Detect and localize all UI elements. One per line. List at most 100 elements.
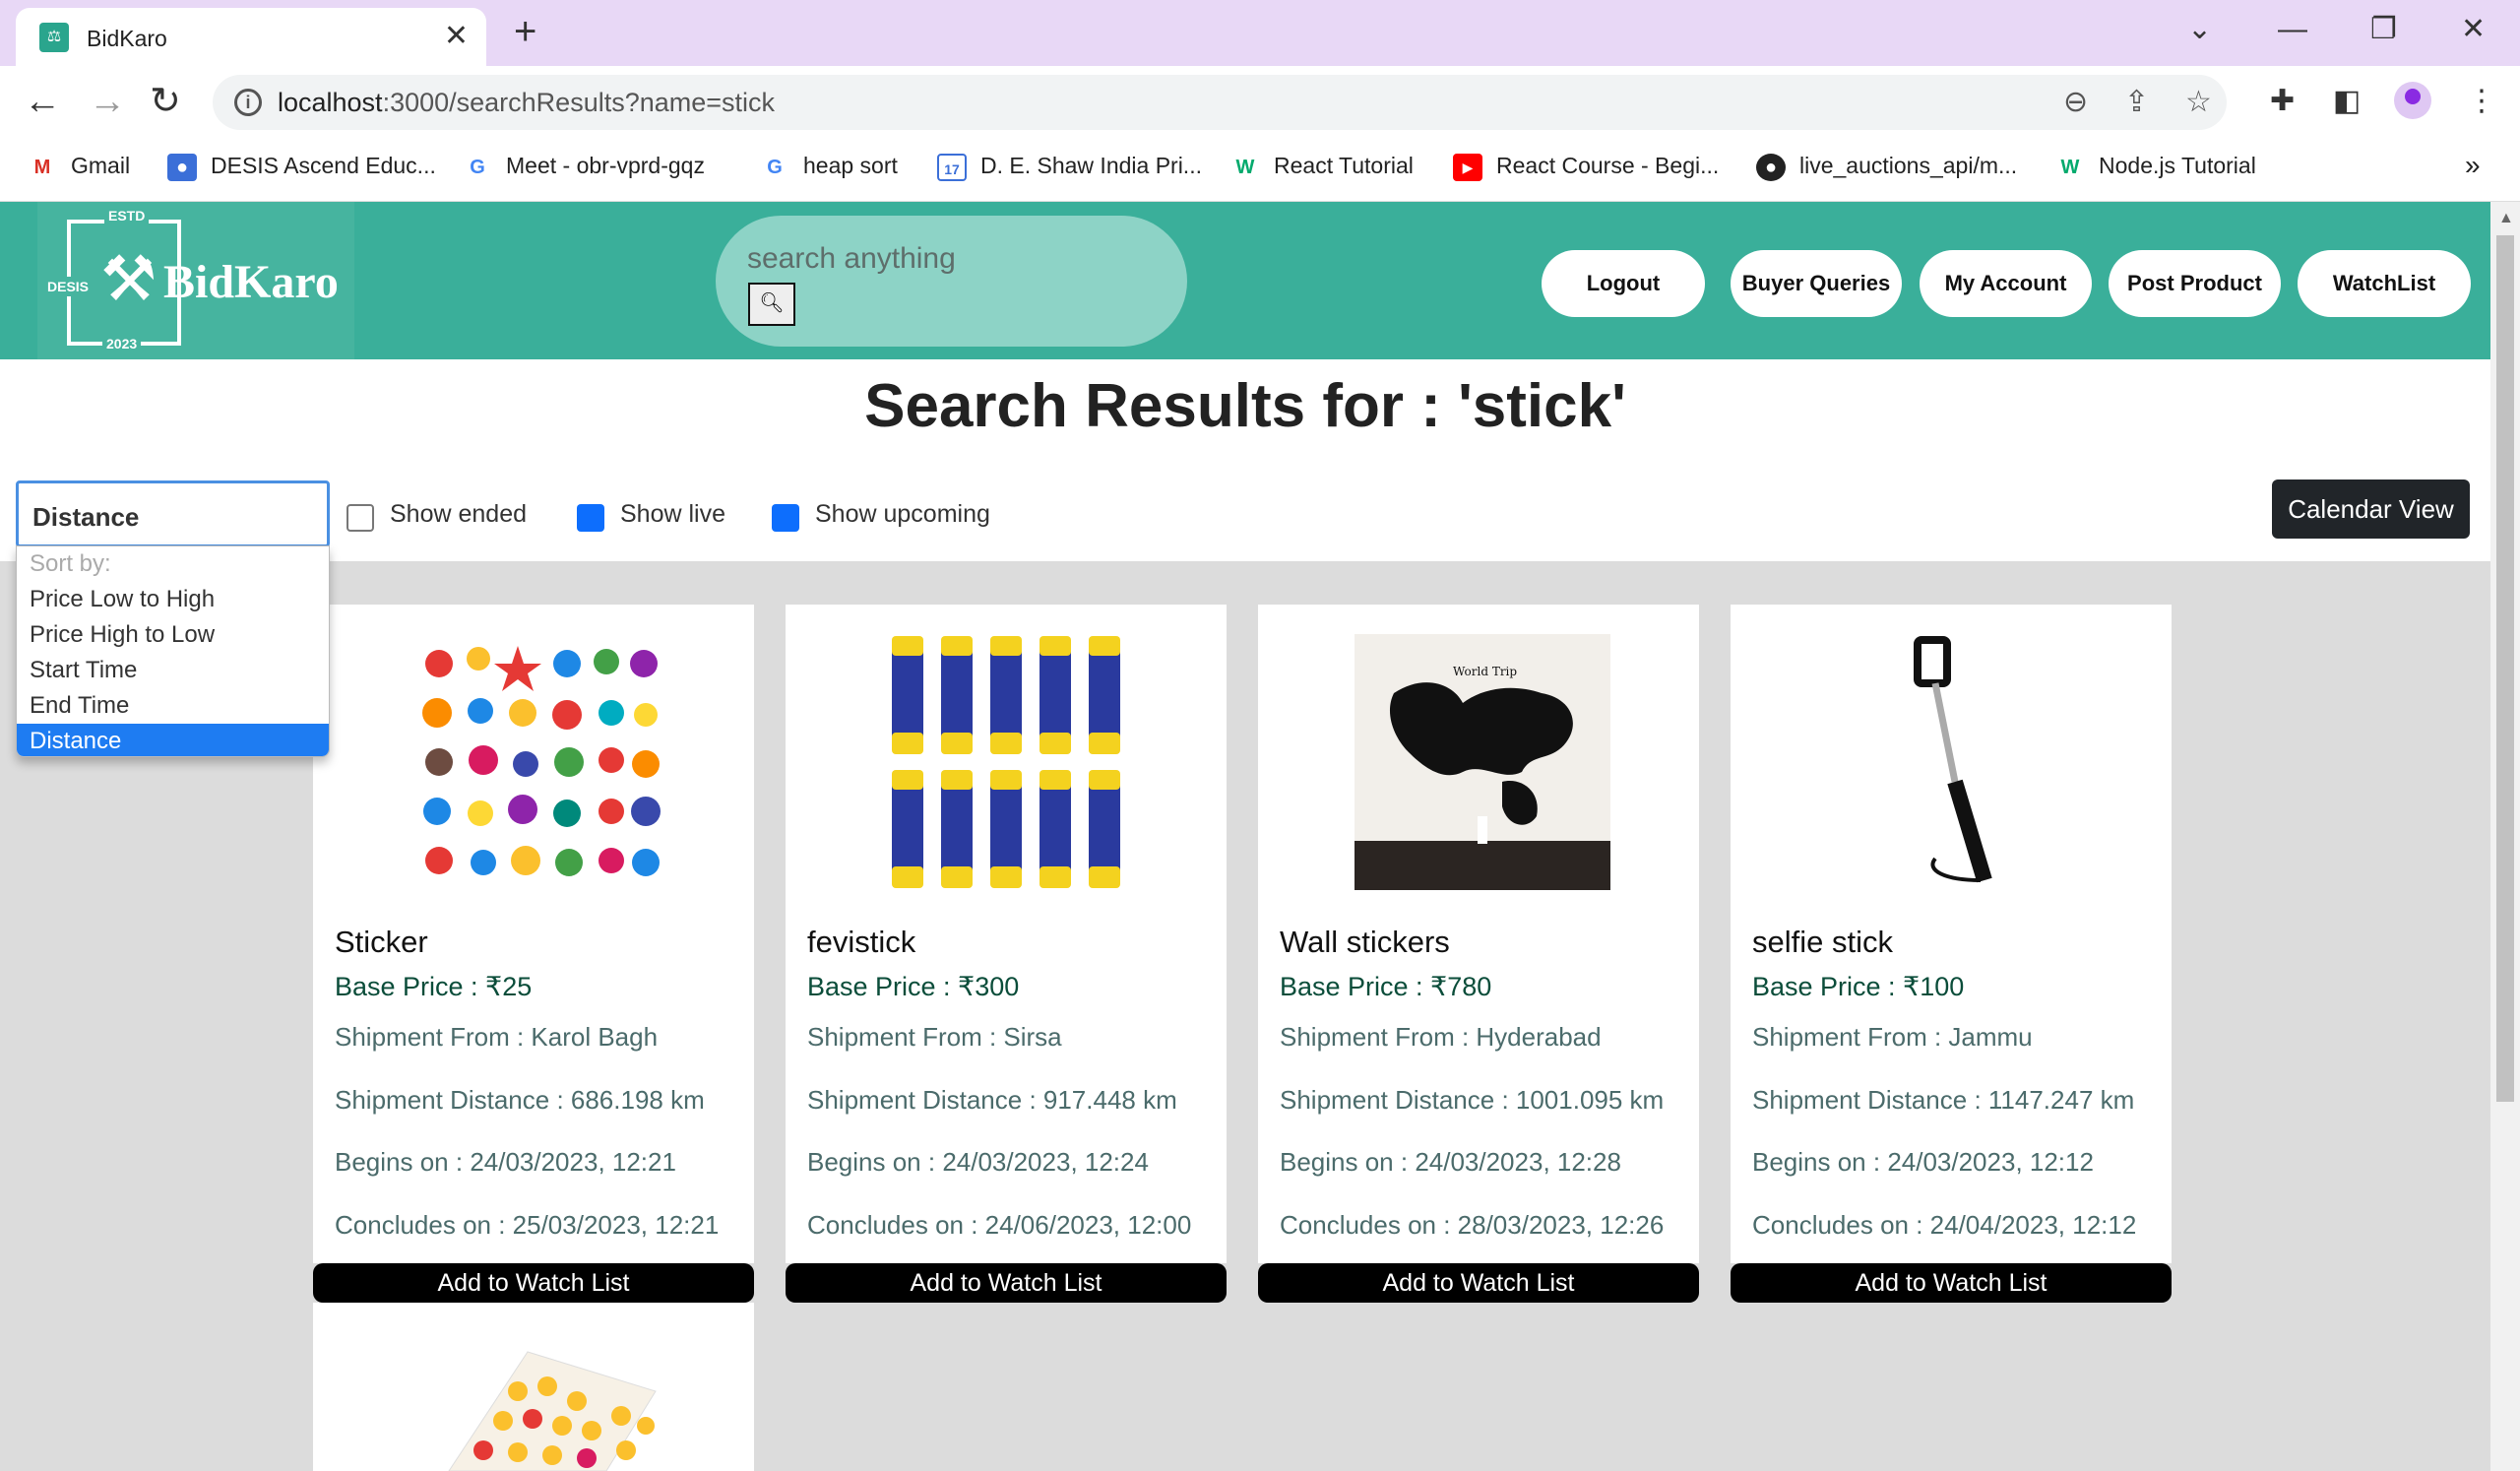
restore-icon[interactable]: ❐: [2370, 10, 2397, 49]
show-upcoming-label[interactable]: Show upcoming: [815, 500, 990, 529]
product-concludes: Concludes on : 24/06/2023, 12:00: [807, 1210, 1192, 1240]
sort-selected-value: Distance: [32, 502, 140, 532]
sort-option-distance[interactable]: Distance: [17, 724, 329, 756]
close-tab-icon[interactable]: ✕: [444, 20, 469, 53]
add-to-watch-list-button[interactable]: Add to Watch List: [313, 1263, 754, 1303]
product-begins: Begins on : 24/03/2023, 12:28: [1280, 1147, 1621, 1177]
add-to-watch-list-button[interactable]: Add to Watch List: [1731, 1263, 2172, 1303]
product-card[interactable]: [313, 1303, 754, 1471]
bookmarks-overflow-icon[interactable]: »: [2465, 151, 2481, 180]
sort-option-end-time[interactable]: End Time: [17, 688, 329, 724]
tab-strip: ⚖ BidKaro ✕ + ⌄ — ❐ ✕: [0, 0, 2520, 66]
new-tab-icon[interactable]: +: [514, 12, 536, 51]
product-card[interactable]: fevistick Base Price : ₹300 Shipment Fro…: [786, 605, 1227, 1263]
window-close-icon[interactable]: ✕: [2461, 10, 2486, 49]
address-bar[interactable]: i localhost:3000/searchResults?name=stic…: [213, 75, 2227, 130]
sort-dropdown-list: Sort by: Price Low to High Price High to…: [16, 545, 330, 757]
reload-icon[interactable]: ↻: [150, 80, 181, 123]
extensions-puzzle-icon[interactable]: ✚: [2270, 84, 2295, 119]
logo-estd: ESTD: [104, 208, 150, 224]
product-concludes: Concludes on : 25/03/2023, 12:21: [335, 1210, 720, 1240]
product-name: Sticker: [335, 925, 428, 959]
forward-arrow-icon[interactable]: →: [89, 80, 126, 123]
bookmark-meet[interactable]: G Meet - obr-vprd-gqz: [463, 151, 705, 181]
sort-select[interactable]: Distance: [16, 480, 330, 547]
tab-search-chevron-icon[interactable]: ⌄: [2187, 10, 2212, 49]
search-input[interactable]: [747, 239, 1141, 279]
show-live-checkbox[interactable]: [577, 504, 604, 532]
product-begins: Begins on : 24/03/2023, 12:12: [1752, 1147, 2094, 1177]
show-upcoming-checkbox[interactable]: [772, 504, 799, 532]
profile-avatar[interactable]: [2394, 82, 2431, 119]
watchlist-button[interactable]: WatchList: [2298, 250, 2471, 317]
menu-kebab-icon[interactable]: ⋮: [2467, 84, 2496, 119]
bidkaro-favicon-icon: ⚖: [39, 23, 69, 52]
github-icon: ●: [1756, 153, 1786, 181]
bidkaro-logo[interactable]: ESTD DESIS ⚒ BidKaro 2023: [37, 202, 354, 361]
browser-tab[interactable]: ⚖ BidKaro ✕: [16, 8, 486, 66]
search-container: 🔍︎: [716, 216, 1187, 347]
sort-option-start-time[interactable]: Start Time: [17, 653, 329, 688]
bookmark-react-tutorial[interactable]: W React Tutorial: [1230, 151, 1414, 181]
youtube-icon: ▶: [1453, 153, 1482, 181]
w3schools-icon: W: [1235, 156, 1255, 178]
product-concludes: Concludes on : 24/04/2023, 12:12: [1752, 1210, 2137, 1240]
bookmark-heap-sort[interactable]: Gheap sort: [760, 151, 898, 181]
show-ended-label[interactable]: Show ended: [390, 500, 527, 529]
bookmark-react-course[interactable]: ▶ React Course - Begi...: [1453, 151, 1719, 181]
scrollbar-thumb[interactable]: [2496, 235, 2514, 1102]
tab-title: BidKaro: [87, 26, 167, 51]
wall-stickers-product-image: World Trip: [1354, 634, 1610, 890]
bookmark-star-icon[interactable]: ☆: [2185, 85, 2212, 120]
url-text[interactable]: localhost:3000/searchResults?name=stick: [278, 88, 775, 118]
page-content: ESTD DESIS ⚒ BidKaro 2023 🔍︎ Logout Buye…: [0, 202, 2490, 1471]
add-to-watch-list-button[interactable]: Add to Watch List: [786, 1263, 1227, 1303]
product-name: selfie stick: [1752, 925, 1893, 959]
side-panel-icon[interactable]: ◧: [2333, 84, 2361, 119]
share-icon[interactable]: ⇪: [2124, 85, 2149, 120]
site-header: ESTD DESIS ⚒ BidKaro 2023 🔍︎ Logout Buye…: [0, 202, 2490, 361]
product-price: Base Price : ₹300: [807, 972, 1020, 1001]
add-to-watch-list-button[interactable]: Add to Watch List: [1258, 1263, 1699, 1303]
site-info-icon[interactable]: i: [234, 89, 262, 116]
w3schools-icon: W: [2060, 156, 2080, 178]
wall-sticker-caption: World Trip: [1453, 665, 1517, 678]
google-icon: G: [470, 156, 485, 178]
sort-option-price-low-high[interactable]: Price Low to High: [17, 582, 329, 617]
minimize-icon[interactable]: —: [2278, 10, 2307, 49]
product-shipment-distance: Shipment Distance : 686.198 km: [335, 1085, 705, 1115]
product-price: Base Price : ₹100: [1752, 972, 1965, 1001]
logout-button[interactable]: Logout: [1542, 250, 1705, 317]
product-shipment-from: Shipment From : Sirsa: [807, 1022, 1062, 1052]
product-concludes: Concludes on : 28/03/2023, 12:26: [1280, 1210, 1665, 1240]
buyer-queries-button[interactable]: Buyer Queries: [1731, 250, 1902, 317]
bookmark-gmail[interactable]: M Gmail: [28, 151, 130, 181]
bookmarks-bar: M Gmail ● DESIS Ascend Educ... G Meet - obr…: [0, 137, 2520, 202]
gmail-icon: M: [33, 156, 51, 178]
product-card[interactable]: Sticker Base Price : ₹25 Shipment From :…: [313, 605, 754, 1263]
browser-toolbar: ← → ↻ i localhost:3000/searchResults?nam…: [0, 66, 2520, 137]
calendar-view-button[interactable]: Calendar View: [2272, 480, 2470, 539]
emoji-sticker-product-image: [410, 1332, 665, 1471]
page-scrollbar[interactable]: ▲: [2490, 202, 2520, 1471]
my-account-button[interactable]: My Account: [1920, 250, 2092, 317]
product-price: Base Price : ₹780: [1280, 972, 1492, 1001]
sort-option-price-high-low[interactable]: Price High to Low: [17, 617, 329, 653]
bookmark-desis[interactable]: ● DESIS Ascend Educ...: [167, 151, 436, 181]
post-product-button[interactable]: Post Product: [2109, 250, 2281, 317]
product-shipment-from: Shipment From : Jammu: [1752, 1022, 2033, 1052]
zoom-icon[interactable]: ⊖: [2063, 85, 2088, 120]
search-button[interactable]: 🔍︎: [748, 283, 795, 326]
product-card[interactable]: selfie stick Base Price : ₹100 Shipment …: [1731, 605, 2172, 1263]
bookmark-live-auctions[interactable]: ● live_auctions_api/m...: [1756, 151, 2017, 181]
bookmark-deshaw[interactable]: 17 D. E. Shaw India Pri...: [937, 151, 1202, 181]
selfie-stick-product-image: [1827, 634, 2083, 890]
bookmark-nodejs[interactable]: W Node.js Tutorial: [2055, 151, 2256, 181]
product-price: Base Price : ₹25: [335, 972, 533, 1001]
back-arrow-icon[interactable]: ←: [24, 80, 61, 123]
product-card[interactable]: World Trip Wall stickers Base Price : ₹7…: [1258, 605, 1699, 1263]
show-live-label[interactable]: Show live: [620, 500, 725, 529]
scroll-up-arrow-icon[interactable]: ▲: [2498, 210, 2514, 227]
product-shipment-distance: Shipment Distance : 1147.247 km: [1752, 1085, 2135, 1115]
show-ended-checkbox[interactable]: [346, 504, 374, 532]
